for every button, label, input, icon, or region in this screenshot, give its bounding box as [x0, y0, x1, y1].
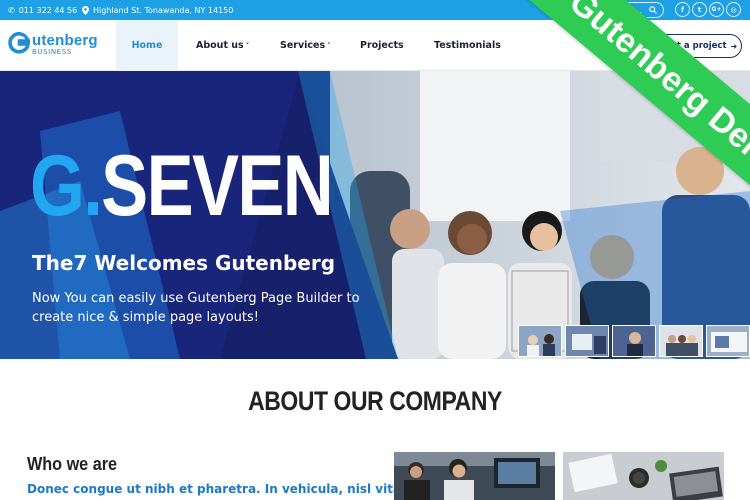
hero-brand-title: G.SEVEN [30, 143, 334, 229]
thumbnail-image [566, 326, 608, 356]
address-contact: Highland St. Tonawanda, NY 14150 [82, 0, 233, 20]
slider-thumbnail-5[interactable] [706, 325, 750, 357]
page: ✆ 011 322 44 56 Highland St. Tonawanda, … [0, 0, 750, 500]
about-section-title: ABOUT OUR COMPANY [248, 386, 502, 416]
phone-contact[interactable]: ✆ 011 322 44 56 [8, 0, 77, 20]
dribbble-icon[interactable]: ◎ [726, 2, 741, 17]
chevron-down-icon: ˅ [245, 41, 250, 50]
hero-banner: G.SEVEN The7 Welcomes Gutenberg Now You … [0, 71, 750, 359]
logo-g-mark [8, 32, 30, 54]
search-icon[interactable] [649, 6, 657, 14]
slider-thumbnail-4[interactable] [659, 325, 703, 357]
nav-item-services[interactable]: Services ˅ [280, 20, 331, 71]
logo-wordmark: utenberg [32, 32, 98, 49]
address-text: Highland St. Tonawanda, NY 14150 [93, 5, 234, 15]
nav-item-label: Projects [360, 40, 404, 51]
who-we-are-heading: Who we are [27, 454, 118, 474]
hero-headline: The7 Welcomes Gutenberg [32, 251, 336, 275]
thumbnail-image [613, 326, 655, 356]
slider-thumbnail-1[interactable] [518, 325, 562, 357]
nav-item-home[interactable]: Home [116, 20, 178, 71]
nav-item-projects[interactable]: Projects [360, 20, 404, 71]
slider-thumbnail-2[interactable] [565, 325, 609, 357]
phone-icon: ✆ [8, 5, 15, 15]
nav-item-label: Services [280, 40, 326, 51]
who-we-are-lead: Donec congue ut nibh et pharetra. In veh… [27, 482, 410, 496]
thumbnail-image [519, 326, 561, 356]
thumbnail-image [660, 326, 702, 356]
desk-laptop-image [563, 452, 724, 500]
nav-item-label: Testimonials [434, 40, 501, 51]
slider-thumbnail-3[interactable] [612, 325, 656, 357]
location-pin-icon [82, 5, 89, 15]
nav-item-label: Home [131, 40, 163, 51]
thumbnail-image [707, 326, 749, 356]
twitter-icon[interactable]: t [692, 2, 707, 17]
chevron-down-icon: ˅ [327, 41, 331, 50]
office-workers-photo [394, 452, 555, 500]
facebook-icon[interactable]: f [675, 2, 690, 17]
nav-item-testimonials[interactable]: Testimonials [434, 20, 501, 71]
nav-item-about-us[interactable]: About us ˅ [196, 20, 249, 71]
phone-number: 011 322 44 56 [18, 5, 78, 15]
desk-laptop-photo [563, 452, 724, 500]
office-workers-image [394, 452, 555, 500]
hero-subtext: Now You can easily use Gutenberg Page Bu… [32, 291, 360, 325]
logo-subtitle: BUSINESS [32, 48, 72, 56]
arrow-right-icon: ➜ [730, 41, 738, 51]
nav-item-label: About us [196, 40, 244, 51]
hero-brand-main: SEVEN [101, 138, 334, 234]
google-plus-icon[interactable]: G+ [709, 2, 724, 17]
hero-brand-accent: G. [30, 138, 103, 234]
